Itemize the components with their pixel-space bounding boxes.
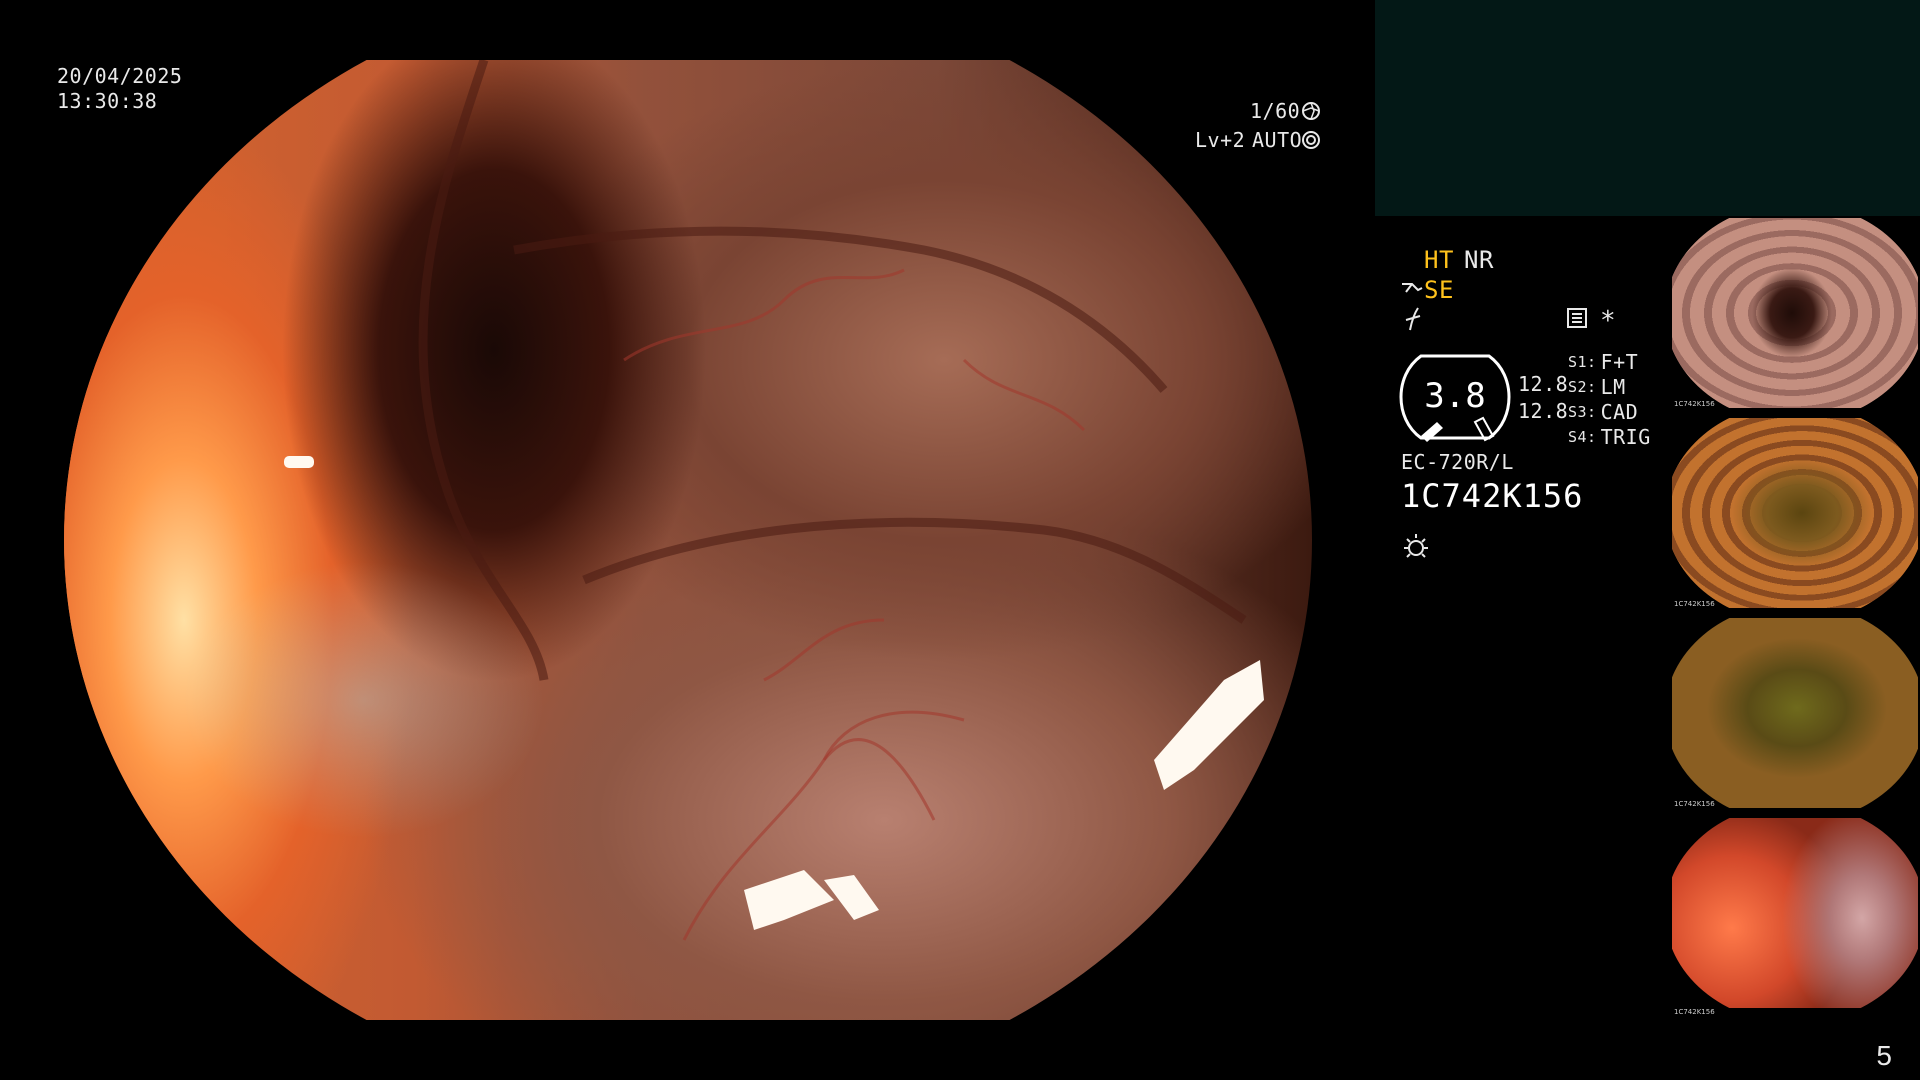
thumbnail-image — [1672, 218, 1918, 408]
shutter-icon — [1300, 100, 1322, 126]
switch-item: S2: LM — [1568, 375, 1651, 399]
specular-glint — [744, 870, 834, 930]
value-top: 12.8 — [1518, 372, 1569, 396]
mucosa-texture — [284, 58, 1264, 941]
switch-key: S3: — [1568, 403, 1597, 421]
light-icon — [1400, 530, 1432, 566]
scope-serial: 1C742K156 — [1401, 477, 1584, 515]
switch-value: F+T — [1600, 350, 1639, 374]
switch-item: S4: TRIG — [1568, 425, 1651, 449]
thumbnail-image — [1672, 418, 1918, 608]
capture-thumbnail[interactable]: 1C742K156 — [1672, 218, 1918, 408]
ht-indicator: HT — [1424, 246, 1454, 274]
thumbnail-serial: 1C742K156 — [1674, 400, 1715, 408]
page-number: 5 — [1876, 1040, 1892, 1071]
thumbnail-serial: 1C742K156 — [1674, 600, 1715, 608]
capture-thumbnail[interactable]: 1C742K156 — [1672, 618, 1918, 808]
shutter-readout: 1/60 — [1250, 99, 1301, 123]
switch-key: S1: — [1568, 353, 1597, 371]
switch-value: LM — [1600, 375, 1626, 399]
capture-thumbnail[interactable]: 1C742K156 — [1672, 418, 1918, 608]
se-indicator: SE — [1424, 276, 1454, 304]
switch-item: S3: CAD — [1568, 400, 1651, 424]
specular-glint — [284, 456, 314, 468]
mode-readout: AUTO — [1252, 128, 1303, 152]
time-readout: 13:30:38 — [57, 89, 158, 113]
specular-glint — [824, 875, 879, 920]
thumbnail-image — [1672, 818, 1918, 1008]
info-panel — [1375, 0, 1920, 216]
capture-thumbnail[interactable]: 1C742K156 — [1672, 818, 1918, 1016]
exposure-readout: Lv+2 — [1195, 128, 1246, 152]
dial-value: 3.8 — [1424, 376, 1486, 416]
thumbnail-serial: 1C742K156 — [1674, 1008, 1715, 1016]
thumbnail-serial: 1C742K156 — [1674, 800, 1715, 808]
date-readout: 20/04/2025 — [57, 64, 183, 88]
switch-value: CAD — [1600, 400, 1639, 424]
endoscope-view — [64, 58, 1312, 1020]
switch-item: S1: F+T — [1568, 350, 1651, 374]
thumbnail-image — [1672, 618, 1918, 808]
value-bottom: 12.8 — [1518, 399, 1569, 423]
switch-key: S4: — [1568, 428, 1597, 446]
scope-model: EC-720R/L — [1401, 450, 1514, 474]
nr-indicator: NR — [1464, 246, 1494, 274]
switch-value: TRIG — [1600, 425, 1651, 449]
switch-list: S1: F+T S2: LM S3: CAD S4: TRIG — [1568, 350, 1651, 449]
switch-key: S2: — [1568, 378, 1597, 396]
specular-glint — [1154, 660, 1264, 790]
freeze-icon — [1402, 306, 1424, 336]
auto-iris-icon — [1300, 129, 1322, 155]
asterisk-indicator: * — [1600, 306, 1617, 336]
tool-icon — [1400, 276, 1424, 304]
memory-card-icon — [1566, 307, 1588, 333]
